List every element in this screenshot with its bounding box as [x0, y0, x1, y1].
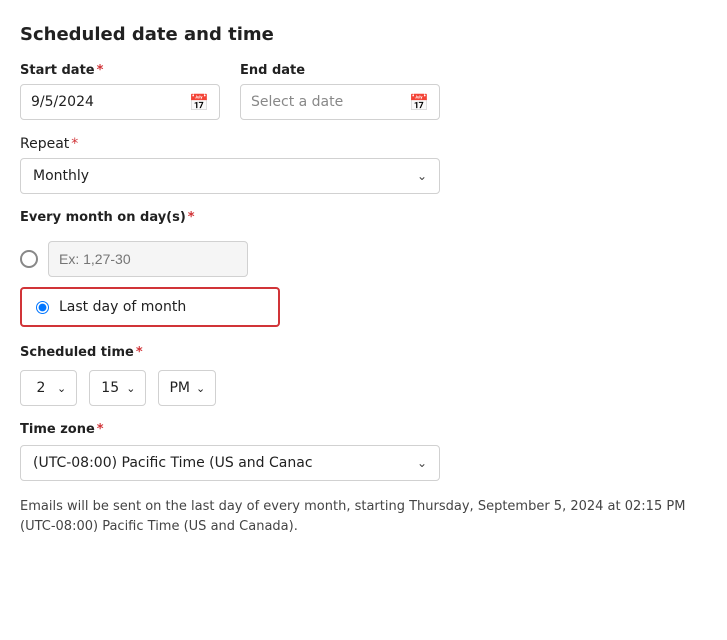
start-date-input[interactable]: 9/5/2024 📅	[20, 84, 220, 120]
hour-value: 2	[31, 380, 51, 396]
days-radio-button[interactable]	[20, 250, 38, 268]
last-day-option-box[interactable]: Last day of month	[20, 287, 280, 327]
timezone-required-star: *	[97, 422, 104, 437]
repeat-value: Monthly	[33, 168, 89, 184]
time-selects-group: 2 ⌄ 15 ⌄ PM ⌄	[20, 370, 707, 406]
every-month-label: Every month on day(s)*	[20, 210, 707, 225]
scheduled-time-required-star: *	[136, 345, 143, 360]
timezone-label: Time zone*	[20, 422, 707, 437]
timezone-value: (UTC-08:00) Pacific Time (US and Canac	[33, 455, 313, 471]
required-star: *	[97, 63, 104, 78]
ampm-chevron-icon: ⌄	[196, 382, 205, 395]
ampm-dropdown[interactable]: PM ⌄	[158, 370, 216, 406]
hour-dropdown[interactable]: 2 ⌄	[20, 370, 77, 406]
end-date-calendar-icon: 📅	[409, 93, 429, 112]
minute-dropdown[interactable]: 15 ⌄	[89, 370, 146, 406]
day-options-group: Last day of month	[20, 241, 707, 327]
page-title: Scheduled date and time	[20, 24, 707, 45]
repeat-required-star: *	[71, 136, 78, 152]
info-text: Emails will be sent on the last day of e…	[20, 497, 700, 536]
timezone-chevron-icon: ⌄	[417, 456, 427, 470]
days-input-field[interactable]	[48, 241, 248, 277]
days-radio-option	[20, 241, 707, 277]
hour-chevron-icon: ⌄	[57, 382, 66, 395]
end-date-placeholder: Select a date	[251, 94, 343, 110]
last-day-radio-button[interactable]	[36, 301, 49, 314]
repeat-label: Repeat*	[20, 136, 707, 152]
minute-chevron-icon: ⌄	[126, 382, 135, 395]
repeat-chevron-icon: ⌄	[417, 169, 427, 183]
start-date-calendar-icon: 📅	[189, 93, 209, 112]
timezone-dropdown[interactable]: (UTC-08:00) Pacific Time (US and Canac ⌄	[20, 445, 440, 481]
start-date-value: 9/5/2024	[31, 94, 94, 110]
minute-value: 15	[100, 380, 120, 396]
start-date-label: Start date*	[20, 63, 220, 78]
end-date-label: End date	[240, 63, 440, 78]
last-day-label: Last day of month	[59, 299, 186, 315]
end-date-input[interactable]: Select a date 📅	[240, 84, 440, 120]
scheduled-time-label: Scheduled time*	[20, 345, 707, 360]
ampm-value: PM	[169, 380, 190, 396]
repeat-dropdown[interactable]: Monthly ⌄	[20, 158, 440, 194]
every-month-required-star: *	[188, 210, 195, 225]
